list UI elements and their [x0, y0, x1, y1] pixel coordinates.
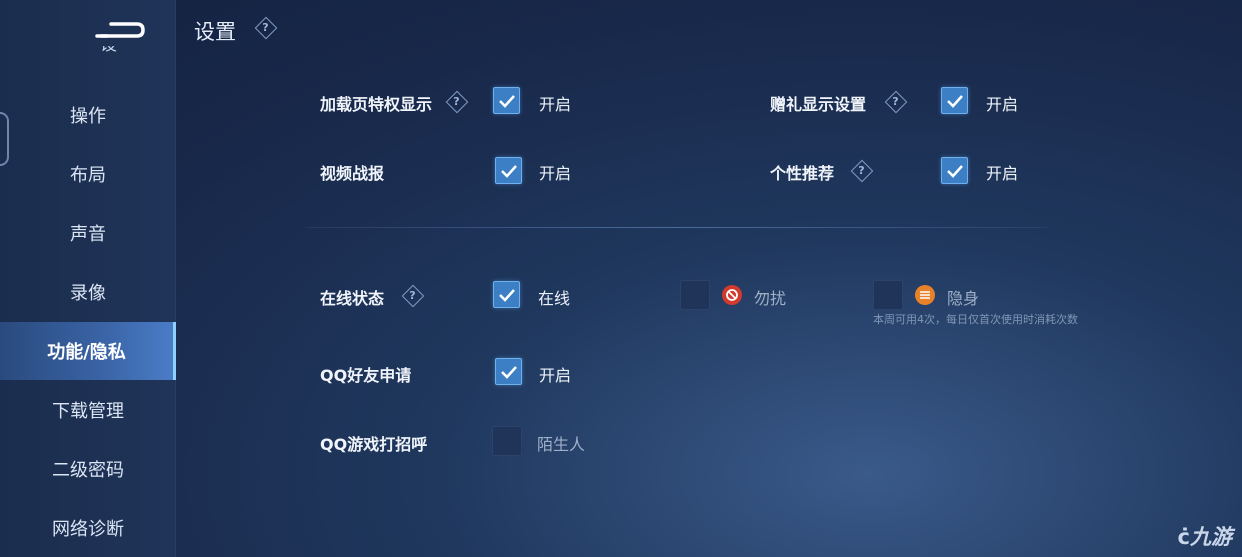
stranger-option: 陌生人 [537, 435, 586, 454]
sidebar-item-layout[interactable]: 布局 [0, 145, 176, 203]
check-icon [500, 164, 517, 178]
gift-display-help-icon[interactable]: ? [885, 91, 906, 112]
back-arrow-icon [95, 22, 145, 38]
sidebar-item-sound[interactable]: 声音 [0, 204, 176, 262]
watermark-s-icon: ċ [1177, 525, 1190, 549]
sidebar-item-function-privacy[interactable]: 功能/隐私 [0, 322, 176, 380]
invisible-icon [915, 285, 935, 305]
sidebar-item-recording[interactable]: 录像 [0, 263, 176, 321]
sidebar-item-network[interactable]: 网络诊断 [0, 499, 176, 557]
video-report-label: 视频战报 [320, 164, 385, 183]
check-icon [946, 94, 963, 108]
online-status-help-icon[interactable]: ? [402, 285, 423, 306]
loading-privilege-option: 开启 [539, 95, 572, 114]
dnd-option: 勿扰 [754, 289, 787, 308]
personal-recommend-option: 开启 [986, 164, 1019, 183]
sidebar: 设 操作 布局 声音 录像 功能/隐私 下载管理 二级密码 网络诊断 [0, 0, 176, 557]
video-report-checkbox[interactable] [495, 157, 522, 184]
do-not-disturb-icon [722, 285, 742, 305]
sidebar-item-operation[interactable]: 操作 [0, 86, 176, 144]
dnd-checkbox[interactable] [680, 280, 710, 310]
online-checkbox[interactable] [493, 281, 520, 308]
personal-recommend-label: 个性推荐 [770, 164, 835, 183]
section-divider [305, 227, 1047, 228]
sidebar-item-partial[interactable]: 设 [100, 46, 140, 64]
personal-recommend-help-icon[interactable]: ? [851, 160, 872, 181]
video-report-option: 开启 [539, 164, 572, 183]
check-icon [500, 365, 517, 379]
invisible-option: 隐身 [947, 289, 980, 308]
qq-game-greeting-label: QQ游戏打招呼 [320, 435, 428, 454]
personal-recommend-checkbox[interactable] [941, 157, 968, 184]
qq-friend-request-label: QQ好友申请 [320, 366, 412, 385]
loading-privilege-checkbox[interactable] [493, 87, 520, 114]
qq-friend-request-checkbox[interactable] [495, 358, 522, 385]
title-help-icon[interactable]: ? [255, 17, 276, 38]
online-option: 在线 [538, 289, 571, 308]
check-icon [498, 288, 515, 302]
qq-friend-request-option: 开启 [539, 366, 572, 385]
back-button[interactable] [92, 14, 148, 46]
gift-display-label: 赠礼显示设置 [770, 95, 867, 114]
sidebar-item-second-password[interactable]: 二级密码 [0, 440, 176, 498]
check-icon [946, 164, 963, 178]
sidebar-item-download[interactable]: 下载管理 [0, 381, 176, 439]
page-title: 设置 [194, 20, 236, 44]
check-icon [498, 94, 515, 108]
watermark-logo: ċ九游 [1177, 525, 1232, 549]
invisible-usage-note: 本周可用4次，每日仅首次使用时消耗次数 [873, 313, 1078, 326]
gift-display-checkbox[interactable] [941, 87, 968, 114]
stranger-checkbox[interactable] [492, 426, 522, 456]
gift-display-option: 开启 [986, 95, 1019, 114]
invisible-checkbox[interactable] [873, 280, 903, 310]
online-status-label: 在线状态 [320, 289, 385, 308]
loading-privilege-label: 加载页特权显示 [320, 95, 433, 114]
loading-privilege-help-icon[interactable]: ? [446, 91, 467, 112]
